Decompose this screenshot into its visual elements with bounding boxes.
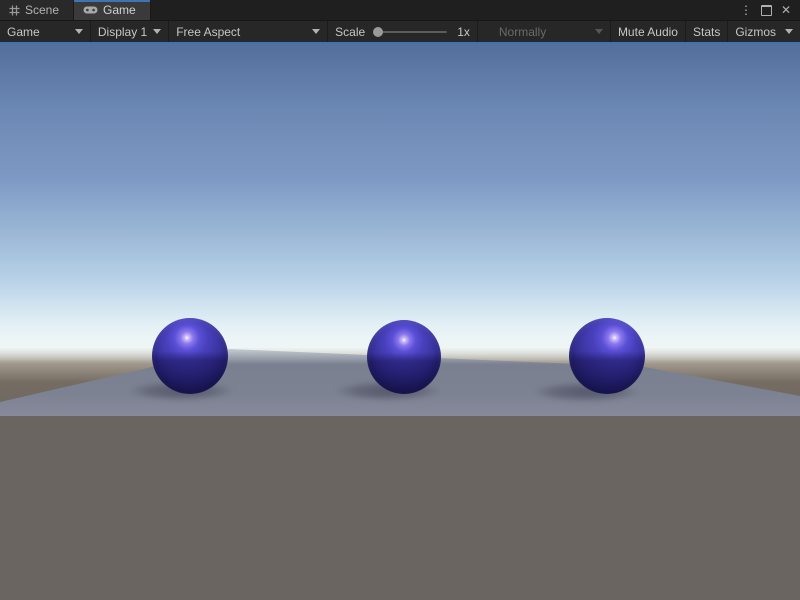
sphere-2 [367, 320, 441, 394]
gizmos-dropdown[interactable]: Gizmos [728, 21, 800, 42]
unity-game-window: Scene Game ⋮ ✕ Game Display 1 [0, 0, 800, 600]
near-ground [0, 416, 800, 600]
kebab-menu-icon[interactable]: ⋮ [738, 2, 754, 18]
aspect-ratio-dropdown-label: Free Aspect [176, 25, 240, 39]
tab-game[interactable]: Game [74, 0, 151, 20]
window-controls: ⋮ ✕ [738, 0, 800, 20]
game-mode-dropdown-label: Game [7, 25, 40, 39]
stats-button[interactable]: Stats [686, 21, 728, 42]
scale-control: Scale 1x [328, 21, 478, 42]
toolbar-spacer [478, 21, 492, 42]
scale-label: Scale [335, 25, 365, 39]
sphere-1 [152, 318, 228, 394]
gamepad-icon [83, 5, 98, 15]
chevron-down-icon [595, 29, 603, 34]
sky-gradient [0, 42, 800, 348]
chevron-down-icon [75, 29, 83, 34]
mute-audio-label: Mute Audio [618, 25, 678, 39]
display-dropdown[interactable]: Display 1 [91, 21, 169, 42]
game-view-toolbar: Game Display 1 Free Aspect Scale 1x Norm… [0, 20, 800, 42]
gizmos-label: Gizmos [735, 25, 776, 39]
game-mode-dropdown[interactable]: Game [0, 21, 91, 42]
chevron-down-icon [312, 29, 320, 34]
stats-label: Stats [693, 25, 720, 39]
mute-audio-button[interactable]: Mute Audio [611, 21, 686, 42]
focus-highlight-line [0, 42, 800, 44]
game-viewport[interactable] [0, 42, 800, 600]
maximize-on-play-label: Normally [499, 25, 546, 39]
maximize-on-play-dropdown[interactable]: Normally [492, 21, 611, 42]
chevron-down-icon [785, 29, 793, 34]
grid-icon [9, 5, 20, 16]
maximize-glyph [761, 5, 772, 16]
tab-game-label: Game [103, 3, 136, 17]
scale-slider[interactable] [375, 31, 447, 33]
tab-scene[interactable]: Scene [0, 0, 74, 20]
aspect-ratio-dropdown[interactable]: Free Aspect [169, 21, 328, 42]
tab-scene-label: Scene [25, 3, 59, 17]
sphere-3 [569, 318, 645, 394]
chevron-down-icon [153, 29, 161, 34]
tab-bar: Scene Game ⋮ ✕ [0, 0, 800, 20]
scale-slider-thumb[interactable] [373, 27, 383, 37]
scale-value: 1x [457, 25, 470, 39]
maximize-icon[interactable] [758, 2, 774, 18]
display-dropdown-label: Display 1 [98, 25, 147, 39]
close-icon[interactable]: ✕ [778, 2, 794, 18]
